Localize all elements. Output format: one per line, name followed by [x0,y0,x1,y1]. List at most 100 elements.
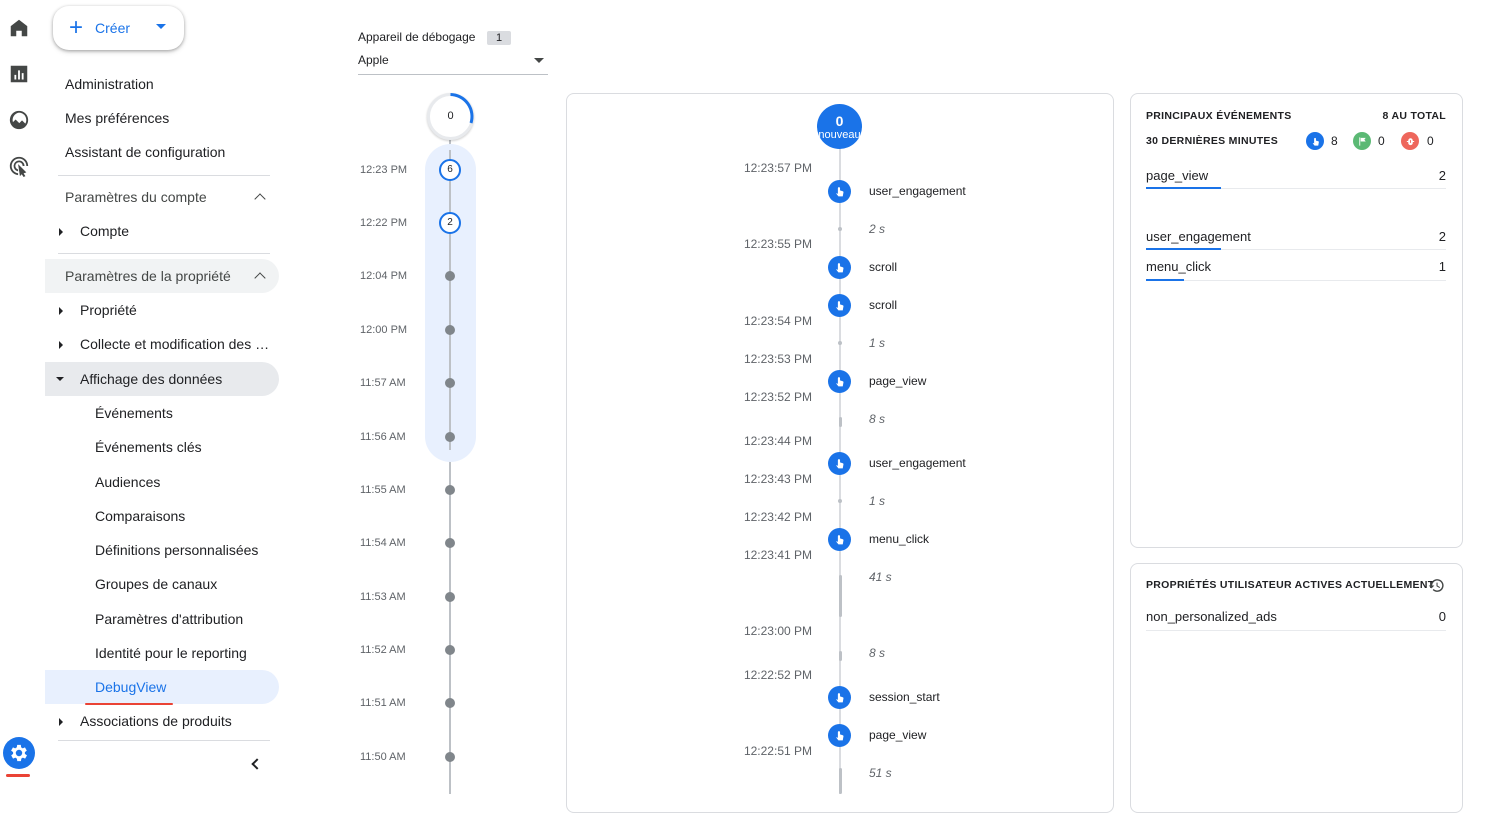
key-events-count: 0 [1378,134,1385,148]
gap-label: 8 s [869,412,886,426]
event-name[interactable]: menu_click [869,532,929,546]
minute-dot[interactable] [445,432,455,442]
second-timestamp: 12:22:52 PM [743,668,812,682]
event-name[interactable]: scroll [869,260,897,274]
nav-divider [58,253,270,254]
gap-bar [839,651,842,661]
home-icon[interactable] [8,17,30,39]
gap-label: 1 s [869,494,886,508]
event-touch-icon[interactable] [828,180,851,203]
nav-item-preferences[interactable]: Mes préférences [65,110,169,126]
minute-dot[interactable] [445,592,455,602]
event-name[interactable]: user_engagement [869,456,966,470]
top-events-title: PRINCIPAUX ÉVÉNEMENTS [1146,110,1292,122]
advertising-icon[interactable] [8,155,30,177]
top-event-name[interactable]: page_view [1146,168,1208,183]
top-events-total: 8 AU TOTAL [1382,110,1446,122]
minute-count-badge[interactable]: 6 [439,159,461,181]
reports-icon[interactable] [8,63,30,85]
nav-subitem-attribution-settings[interactable]: Paramètres d'attribution [95,611,243,627]
collapse-nav-button[interactable] [249,757,263,771]
annotation-underline [85,703,173,705]
events-touch-icon[interactable] [1306,132,1324,150]
event-name[interactable]: page_view [869,374,926,388]
expand-arrow-icon[interactable] [59,341,63,349]
minute-dot[interactable] [445,538,455,548]
key-event-flag-icon[interactable] [1353,132,1371,150]
expand-arrow-icon[interactable] [59,228,63,236]
nav-item-setup-assistant[interactable]: Assistant de configuration [65,144,225,160]
history-icon[interactable] [1428,577,1445,594]
collapse-arrow-icon[interactable] [56,377,64,381]
event-touch-icon[interactable] [828,256,851,279]
event-name[interactable]: user_engagement [869,184,966,198]
gap-bar [839,768,842,794]
second-timestamp: 12:23:52 PM [743,390,812,404]
nav-item-data-display[interactable]: Affichage des données [80,371,222,387]
minute-dot[interactable] [445,325,455,335]
minute-dot[interactable] [445,485,455,495]
account-settings-section[interactable]: Paramètres du compte [65,189,207,205]
nav-subitem-custom-definitions[interactable]: Définitions personnalisées [95,542,258,558]
minute-time: 11:52 AM [360,644,406,656]
nav-subitem-reporting-identity[interactable]: Identité pour le reporting [95,645,247,661]
second-timestamp: 12:23:57 PM [743,161,812,175]
gap-dot [838,227,842,231]
create-button[interactable]: + Créer [53,6,184,50]
minute-dot[interactable] [445,645,455,655]
debug-device-label: Appareil de débogage [358,30,476,44]
minute-dot[interactable] [445,271,455,281]
property-settings-section[interactable]: Paramètres de la propriété [65,268,231,284]
second-timestamp: 12:23:54 PM [743,314,812,328]
nav-item-account[interactable]: Compte [80,223,129,239]
debug-device-value: Apple [358,53,389,67]
nav-subitem-debugview[interactable]: DebugView [95,679,166,695]
nav-subitem-audiences[interactable]: Audiences [95,474,160,490]
top-event-name[interactable]: menu_click [1146,259,1211,274]
nav-item-property[interactable]: Propriété [80,302,137,318]
new-events-counter[interactable]: 0 nouveau [817,104,862,149]
event-touch-icon[interactable] [828,370,851,393]
top-event-name[interactable]: user_engagement [1146,229,1251,244]
gap-label: 1 s [869,336,886,350]
minute-dot[interactable] [445,378,455,388]
top-event-bar [1146,248,1221,250]
nav-item-administration[interactable]: Administration [65,76,154,92]
minute-count-badge[interactable]: 2 [439,212,461,234]
user-property-name[interactable]: non_personalized_ads [1146,609,1277,624]
error-bug-icon[interactable] [1401,132,1419,150]
minute-top-counter[interactable]: 0 [427,93,474,140]
debug-device-select[interactable]: Apple [358,48,548,75]
event-name[interactable]: page_view [869,728,926,742]
expand-arrow-icon[interactable] [59,307,63,315]
minute-dot[interactable] [445,698,455,708]
event-touch-icon[interactable] [828,452,851,475]
nav-item-data-collection[interactable]: Collecte et modification des … [80,336,269,352]
user-property-value: 0 [1438,609,1446,624]
explore-icon[interactable] [8,109,30,131]
nav-subitem-key-events[interactable]: Événements clés [95,439,202,455]
event-touch-icon[interactable] [828,686,851,709]
plus-icon: + [69,14,84,41]
nav-item-product-links[interactable]: Associations de produits [80,713,232,729]
nav-subitem-comparisons[interactable]: Comparaisons [95,508,185,524]
second-timestamp: 12:23:00 PM [743,624,812,638]
gap-dot [838,341,842,345]
admin-gear-button[interactable] [3,737,35,769]
second-timestamp: 12:23:55 PM [743,237,812,251]
top-events-card [1130,93,1463,548]
event-touch-icon[interactable] [828,724,851,747]
top-event-bar [1146,187,1221,189]
event-name[interactable]: scroll [869,298,897,312]
minute-top-count: 0 [447,110,454,122]
debug-device-count: 1 [487,31,511,45]
minute-dot[interactable] [445,752,455,762]
event-touch-icon[interactable] [828,528,851,551]
nav-subitem-channel-groups[interactable]: Groupes de canaux [95,576,217,592]
minute-time: 12:22 PM [360,217,408,229]
nav-subitem-events[interactable]: Événements [95,405,173,421]
event-name[interactable]: session_start [869,690,940,704]
expand-arrow-icon[interactable] [59,718,63,726]
event-touch-icon[interactable] [828,294,851,317]
nav-divider [58,740,270,741]
